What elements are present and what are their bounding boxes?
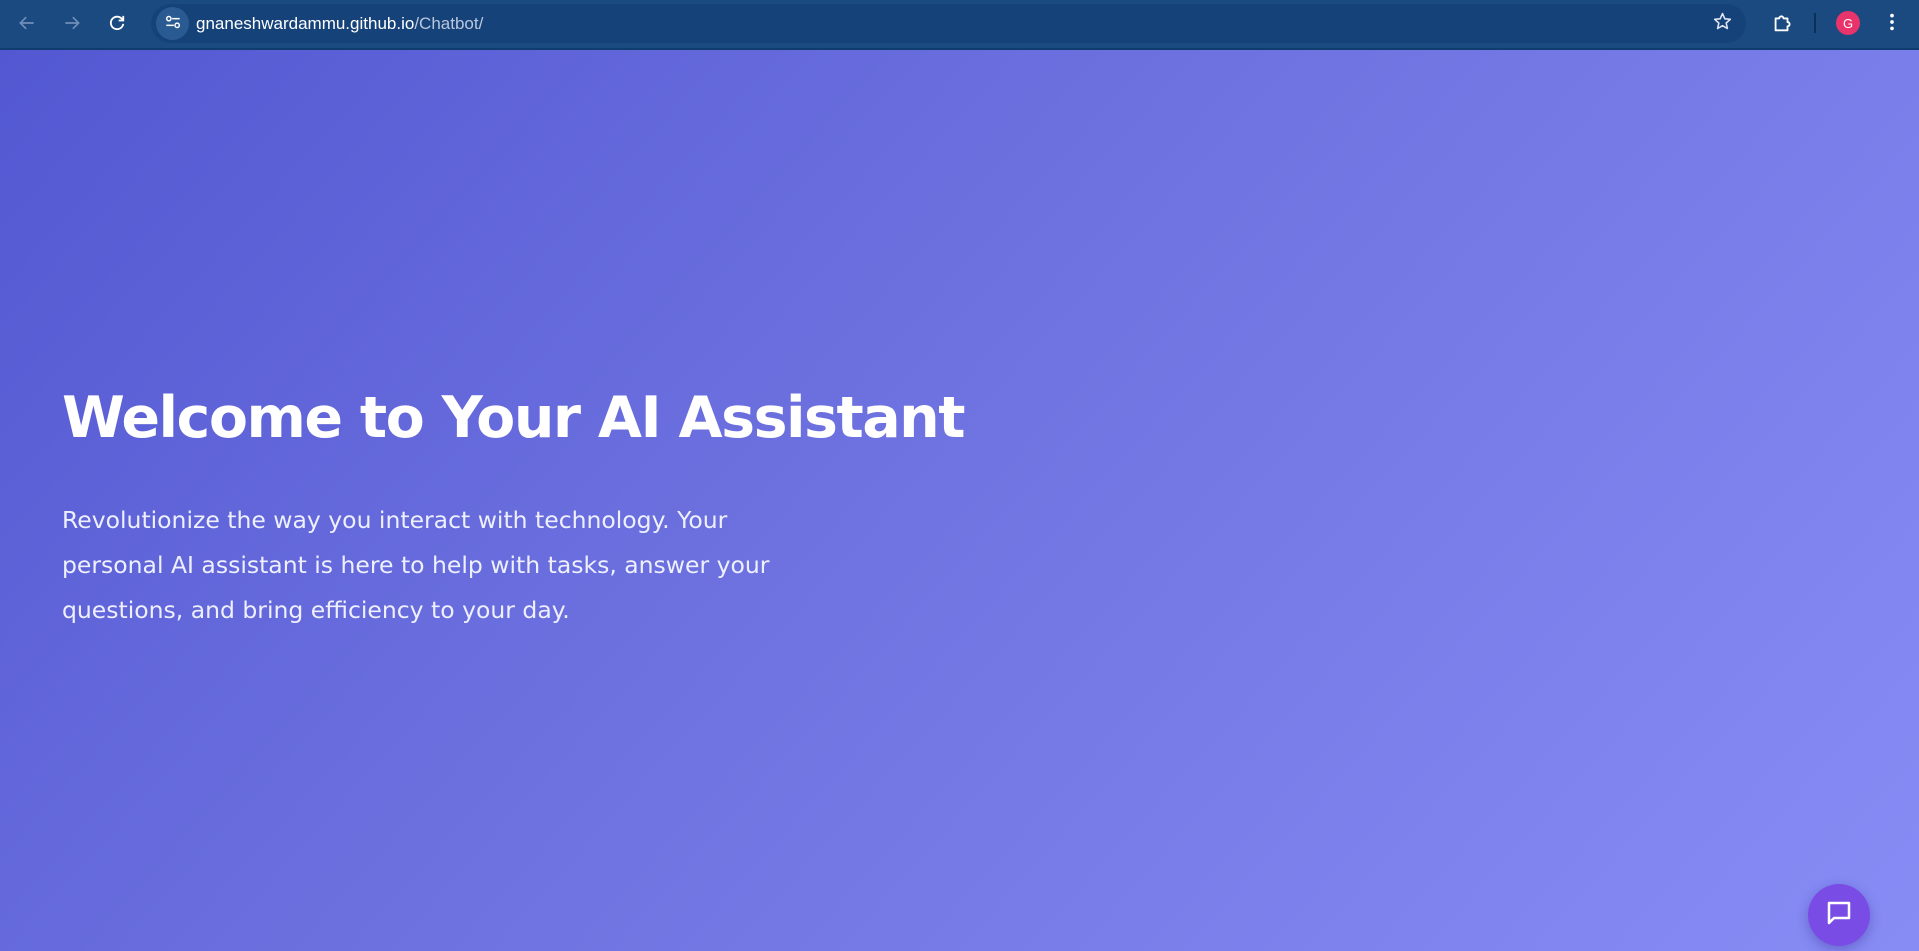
arrow-left-icon <box>17 13 37 37</box>
forward-button[interactable] <box>55 8 89 42</box>
landing-page: Welcome to Your AI Assistant Revolutioni… <box>0 50 1919 951</box>
profile-avatar[interactable]: G <box>1836 11 1860 35</box>
star-icon <box>1712 11 1733 36</box>
url-path: /Chatbot/ <box>414 14 484 33</box>
back-button[interactable] <box>10 8 44 42</box>
bookmark-button[interactable] <box>1711 12 1733 34</box>
reload-icon <box>107 13 127 37</box>
browser-toolbar: gnaneshwardammu.github.io/Chatbot/ G <box>0 0 1919 50</box>
toolbar-separator <box>1814 13 1816 33</box>
tune-icon <box>163 12 183 36</box>
url-text[interactable]: gnaneshwardammu.github.io/Chatbot/ <box>196 14 483 34</box>
kebab-menu-icon <box>1881 11 1903 37</box>
chat-button[interactable] <box>1808 884 1870 946</box>
reload-button[interactable] <box>100 8 134 42</box>
site-info-button[interactable] <box>156 7 189 40</box>
puzzle-icon <box>1771 12 1793 38</box>
chat-bubble-icon <box>1824 898 1854 932</box>
browser-menu-button[interactable] <box>1880 9 1904 39</box>
url-host: gnaneshwardammu.github.io <box>196 14 415 33</box>
hero-title: Welcome to Your AI Assistant <box>62 385 966 451</box>
address-bar[interactable]: gnaneshwardammu.github.io/Chatbot/ <box>151 4 1746 43</box>
hero-description: Revolutionize the way you interact with … <box>62 506 770 624</box>
extensions-button[interactable] <box>1766 9 1798 41</box>
arrow-right-icon <box>62 13 82 37</box>
